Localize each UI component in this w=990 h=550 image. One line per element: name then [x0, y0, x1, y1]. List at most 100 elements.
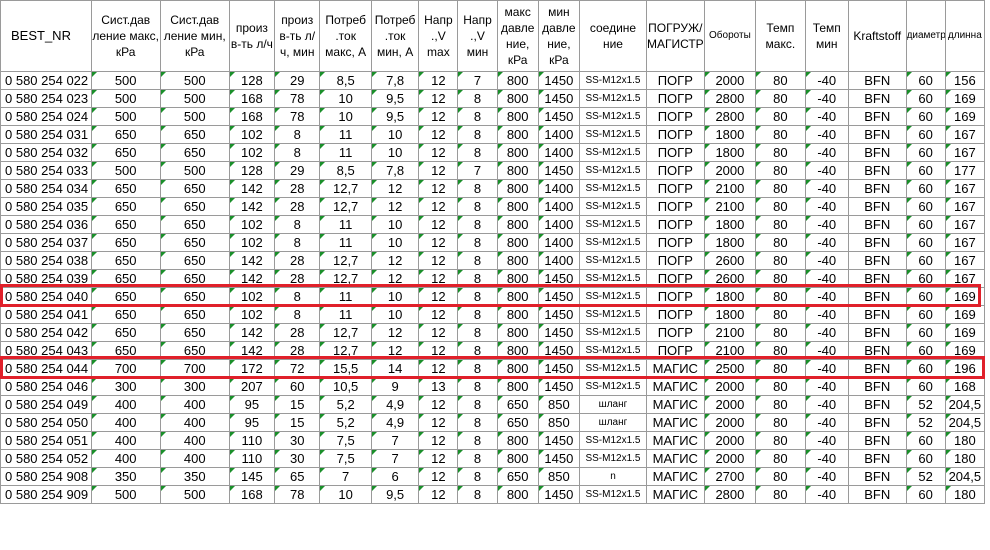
- table-cell[interactable]: 650: [90, 323, 161, 342]
- table-cell[interactable]: 10: [370, 143, 420, 162]
- table-cell[interactable]: 7,8: [370, 161, 420, 180]
- table-cell[interactable]: 167: [944, 143, 986, 162]
- table-cell[interactable]: SS-M12x1.5: [578, 449, 647, 468]
- table-cell[interactable]: 400: [159, 395, 230, 414]
- table-cell[interactable]: 0 580 254 024: [0, 107, 92, 126]
- table-cell[interactable]: 14: [370, 359, 420, 378]
- table-cell[interactable]: 80: [755, 305, 806, 324]
- table-cell[interactable]: 1400: [537, 215, 580, 234]
- table-cell[interactable]: 167: [944, 215, 986, 234]
- table-cell[interactable]: 1450: [537, 161, 580, 180]
- table-cell[interactable]: 500: [90, 89, 161, 108]
- table-cell[interactable]: 800: [496, 197, 539, 216]
- table-cell[interactable]: SS-M12x1.5: [578, 323, 647, 342]
- table-cell[interactable]: МАГИС: [645, 485, 705, 504]
- table-cell[interactable]: 60: [905, 125, 946, 144]
- table-cell[interactable]: 80: [755, 89, 806, 108]
- table-cell[interactable]: 1800: [703, 215, 757, 234]
- table-cell[interactable]: 650: [159, 305, 230, 324]
- table-cell[interactable]: SS-M12x1.5: [578, 341, 647, 360]
- table-cell[interactable]: BFN: [847, 467, 907, 486]
- table-cell[interactable]: -40: [804, 467, 849, 486]
- table-cell[interactable]: 0 580 254 033: [0, 161, 92, 180]
- table-cell[interactable]: SS-M12x1.5: [578, 161, 647, 180]
- table-cell[interactable]: SS-M12x1.5: [578, 269, 647, 288]
- table-cell[interactable]: 12: [370, 323, 420, 342]
- table-cell[interactable]: 2000: [703, 413, 757, 432]
- table-cell[interactable]: 800: [496, 485, 539, 504]
- table-cell[interactable]: -40: [804, 71, 849, 90]
- table-cell[interactable]: ПОГР: [645, 197, 705, 216]
- column-header-4[interactable]: произ в-ть л/ч, мин: [274, 0, 321, 72]
- table-cell[interactable]: SS-M12x1.5: [578, 305, 647, 324]
- table-cell[interactable]: 8: [274, 143, 321, 162]
- table-cell[interactable]: 2000: [703, 377, 757, 396]
- table-cell[interactable]: 1450: [537, 107, 580, 126]
- table-cell[interactable]: 7: [457, 71, 498, 90]
- table-cell[interactable]: МАГИС: [645, 467, 705, 486]
- table-cell[interactable]: 800: [496, 323, 539, 342]
- table-cell[interactable]: 156: [944, 71, 986, 90]
- table-cell[interactable]: -40: [804, 449, 849, 468]
- table-cell[interactable]: 2600: [703, 269, 757, 288]
- table-cell[interactable]: 169: [944, 323, 986, 342]
- table-cell[interactable]: ПОГР: [645, 125, 705, 144]
- table-cell[interactable]: 60: [905, 251, 946, 270]
- table-cell[interactable]: 8: [274, 287, 321, 306]
- table-cell[interactable]: BFN: [847, 71, 907, 90]
- table-cell[interactable]: BFN: [847, 377, 907, 396]
- table-cell[interactable]: SS-M12x1.5: [578, 89, 647, 108]
- table-cell[interactable]: 60: [905, 377, 946, 396]
- table-cell[interactable]: 142: [228, 341, 276, 360]
- table-cell[interactable]: 12: [418, 287, 459, 306]
- table-cell[interactable]: -40: [804, 341, 849, 360]
- column-header-3[interactable]: произ в-ть л/ч: [228, 0, 276, 72]
- table-cell[interactable]: 12: [418, 89, 459, 108]
- table-cell[interactable]: 12: [370, 197, 420, 216]
- table-cell[interactable]: 8: [457, 179, 498, 198]
- table-cell[interactable]: 169: [944, 107, 986, 126]
- table-cell[interactable]: n: [578, 467, 647, 486]
- table-cell[interactable]: 10: [370, 233, 420, 252]
- table-cell[interactable]: -40: [804, 89, 849, 108]
- table-cell[interactable]: 60: [905, 143, 946, 162]
- table-cell[interactable]: 1400: [537, 179, 580, 198]
- table-cell[interactable]: 7,5: [319, 431, 372, 450]
- table-cell[interactable]: 500: [90, 107, 161, 126]
- table-cell[interactable]: 650: [90, 179, 161, 198]
- table-cell[interactable]: 0 580 254 023: [0, 89, 92, 108]
- table-cell[interactable]: 0 580 254 035: [0, 197, 92, 216]
- table-cell[interactable]: 1450: [537, 305, 580, 324]
- table-cell[interactable]: 12: [418, 305, 459, 324]
- table-cell[interactable]: 1450: [537, 269, 580, 288]
- table-cell[interactable]: 650: [159, 197, 230, 216]
- table-cell[interactable]: 850: [537, 413, 580, 432]
- table-cell[interactable]: 80: [755, 215, 806, 234]
- table-cell[interactable]: 12: [418, 395, 459, 414]
- table-cell[interactable]: 500: [159, 89, 230, 108]
- table-cell[interactable]: 10,5: [319, 377, 372, 396]
- table-cell[interactable]: 5,2: [319, 395, 372, 414]
- table-cell[interactable]: 650: [90, 269, 161, 288]
- table-cell[interactable]: 12,7: [319, 197, 372, 216]
- table-cell[interactable]: 10: [319, 89, 372, 108]
- table-cell[interactable]: 142: [228, 251, 276, 270]
- table-cell[interactable]: 12: [370, 341, 420, 360]
- table-cell[interactable]: 80: [755, 179, 806, 198]
- table-cell[interactable]: 650: [90, 305, 161, 324]
- table-cell[interactable]: 128: [228, 161, 276, 180]
- table-cell[interactable]: 172: [228, 359, 276, 378]
- table-cell[interactable]: 145: [228, 467, 276, 486]
- table-cell[interactable]: 142: [228, 179, 276, 198]
- table-cell[interactable]: SS-M12x1.5: [578, 287, 647, 306]
- table-cell[interactable]: BFN: [847, 287, 907, 306]
- table-cell[interactable]: 8: [457, 449, 498, 468]
- table-cell[interactable]: 12: [418, 215, 459, 234]
- table-cell[interactable]: -40: [804, 305, 849, 324]
- table-cell[interactable]: 5,2: [319, 413, 372, 432]
- table-cell[interactable]: 400: [90, 413, 161, 432]
- table-cell[interactable]: 60: [905, 305, 946, 324]
- table-cell[interactable]: 196: [944, 359, 986, 378]
- table-cell[interactable]: 8: [457, 287, 498, 306]
- table-cell[interactable]: 2700: [703, 467, 757, 486]
